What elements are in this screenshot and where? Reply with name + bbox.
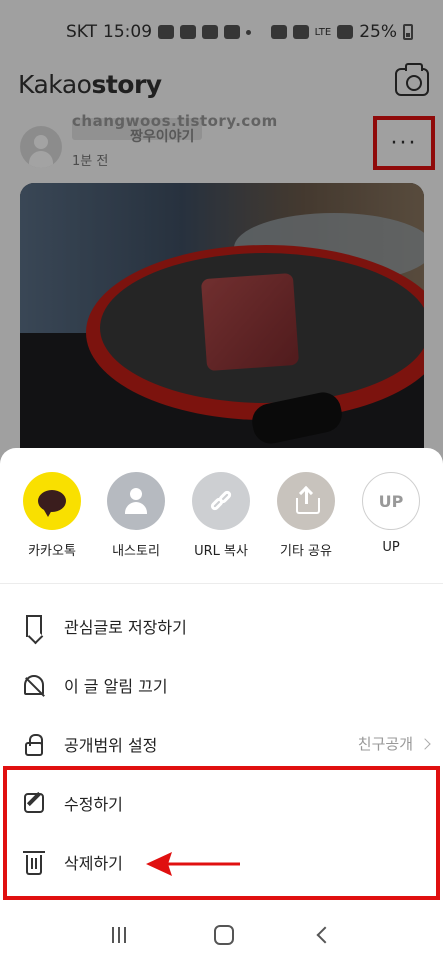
kakaotalk-icon (38, 490, 66, 517)
menu-notification-off[interactable]: 이 글 알림 끄기 (0, 655, 443, 714)
home-icon[interactable] (214, 925, 235, 945)
back-icon[interactable] (316, 926, 334, 944)
share-bottom-sheet: 카카오톡 내스토리 URL 복사 기타 공유 UP UP 관심글로 저장하기 이… (0, 448, 443, 910)
share-label: 카카오톡 (28, 544, 76, 559)
share-icon (296, 485, 320, 514)
menu-label: 공개범위 설정 (64, 735, 158, 755)
recent-apps-icon[interactable] (112, 927, 130, 943)
person-icon (125, 488, 147, 514)
menu-label: 이 글 알림 끄기 (64, 676, 168, 696)
menu-save-favorite[interactable]: 관심글로 저장하기 (0, 596, 443, 655)
share-other[interactable]: 기타 공유 (264, 472, 348, 559)
red-arrow-annotation (146, 852, 240, 876)
up-icon: UP (362, 472, 420, 530)
share-url-copy[interactable]: URL 복사 (179, 472, 263, 559)
share-mystory[interactable]: 내스토리 (94, 472, 178, 559)
share-options-row: 카카오톡 내스토리 URL 복사 기타 공유 UP UP (0, 472, 443, 564)
bookmark-icon (26, 614, 42, 637)
share-label: UP (382, 540, 400, 555)
chevron-right-icon (419, 737, 431, 750)
visibility-value: 친구공개 (358, 733, 431, 754)
share-label: URL 복사 (194, 544, 248, 559)
lock-icon (25, 733, 43, 756)
menu-label: 관심글로 저장하기 (64, 617, 187, 637)
divider (0, 583, 443, 584)
menu-visibility-setting[interactable]: 공개범위 설정 친구공개 (0, 714, 443, 773)
share-up[interactable]: UP UP (349, 472, 433, 555)
share-label: 내스토리 (112, 544, 160, 559)
system-nav-bar (0, 910, 443, 960)
share-label: 기타 공유 (280, 544, 332, 559)
share-kakaotalk[interactable]: 카카오톡 (10, 472, 94, 559)
link-icon (209, 489, 233, 512)
bell-off-icon (24, 674, 44, 695)
